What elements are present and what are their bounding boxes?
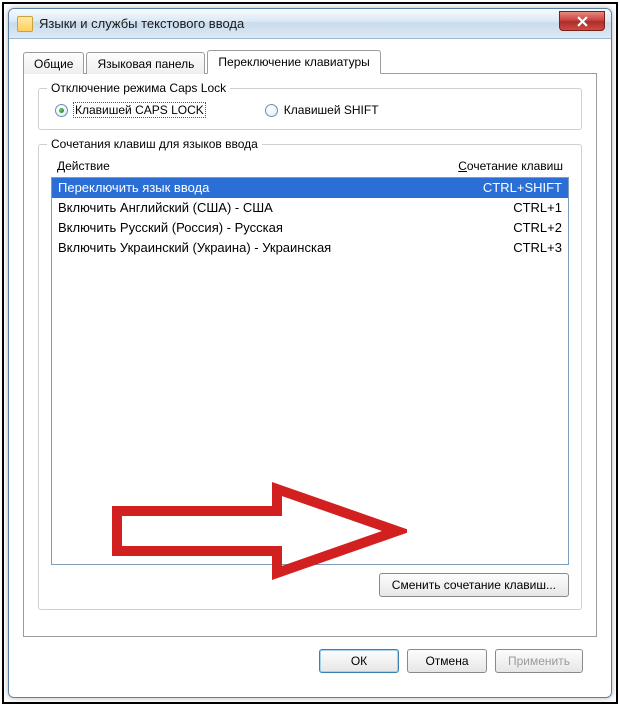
dialog-footer: ОК Отмена Применить xyxy=(23,637,597,687)
close-icon xyxy=(577,16,588,27)
titlebar[interactable]: Языки и службы текстового ввода xyxy=(9,9,611,39)
capslock-group: Отключение режима Caps Lock Клавишей CAP… xyxy=(38,88,582,130)
table-row[interactable]: Включить Украинский (Украина) - Украинск… xyxy=(52,238,568,258)
tab-keyboard-switch[interactable]: Переключение клавиатуры xyxy=(207,50,380,74)
radio-capslock[interactable]: Клавишей CAPS LOCK xyxy=(55,103,205,117)
table-row[interactable]: Переключить язык вводаCTRL+SHIFT xyxy=(52,178,568,198)
apply-button: Применить xyxy=(495,649,583,673)
list-headers: Действие Сочетание клавиш xyxy=(51,159,569,177)
window-title: Языки и службы текстового ввода xyxy=(39,16,244,31)
col-key-header: Сочетание клавиш xyxy=(413,159,563,173)
table-row[interactable]: Включить Русский (Россия) - РусскаяCTRL+… xyxy=(52,218,568,238)
row-action: Включить Русский (Россия) - Русская xyxy=(58,219,442,237)
tabstrip: Общие Языковая панель Переключение клави… xyxy=(23,49,597,73)
tab-body: Отключение режима Caps Lock Клавишей CAP… xyxy=(23,73,597,637)
ok-button[interactable]: ОК xyxy=(319,649,399,673)
radio-shift[interactable]: Клавишей SHIFT xyxy=(265,103,379,117)
row-action: Включить Английский (США) - США xyxy=(58,199,442,217)
radio-shift-label: Клавишей SHIFT xyxy=(284,103,379,117)
row-action: Включить Украинский (Украина) - Украинск… xyxy=(58,239,442,257)
hotkeys-group: Сочетания клавиш для языков ввода Действ… xyxy=(38,144,582,610)
tab-language-bar[interactable]: Языковая панель xyxy=(86,52,205,74)
capslock-group-title: Отключение режима Caps Lock xyxy=(47,81,230,95)
row-action: Переключить язык ввода xyxy=(58,179,442,197)
cancel-button[interactable]: Отмена xyxy=(407,649,487,673)
row-hotkey: CTRL+1 xyxy=(442,199,562,217)
close-button[interactable] xyxy=(559,11,605,31)
radio-capslock-label: Клавишей CAPS LOCK xyxy=(74,103,205,117)
row-hotkey: CTRL+SHIFT xyxy=(442,179,562,197)
hotkey-listbox[interactable]: Переключить язык вводаCTRL+SHIFTВключить… xyxy=(51,177,569,565)
dialog-window: Языки и службы текстового ввода Общие Яз… xyxy=(8,8,612,698)
table-row[interactable]: Включить Английский (США) - СШАCTRL+1 xyxy=(52,198,568,218)
tab-general[interactable]: Общие xyxy=(23,52,84,74)
row-hotkey: CTRL+2 xyxy=(442,219,562,237)
client-area: Общие Языковая панель Переключение клави… xyxy=(9,39,611,697)
row-hotkey: CTRL+3 xyxy=(442,239,562,257)
change-hotkey-button[interactable]: Сменить сочетание клавиш... xyxy=(379,573,569,597)
col-action-header: Действие xyxy=(57,159,413,173)
radio-icon xyxy=(265,104,278,117)
hotkeys-group-title: Сочетания клавиш для языков ввода xyxy=(47,137,262,151)
app-icon xyxy=(17,16,33,32)
radio-icon xyxy=(55,104,68,117)
